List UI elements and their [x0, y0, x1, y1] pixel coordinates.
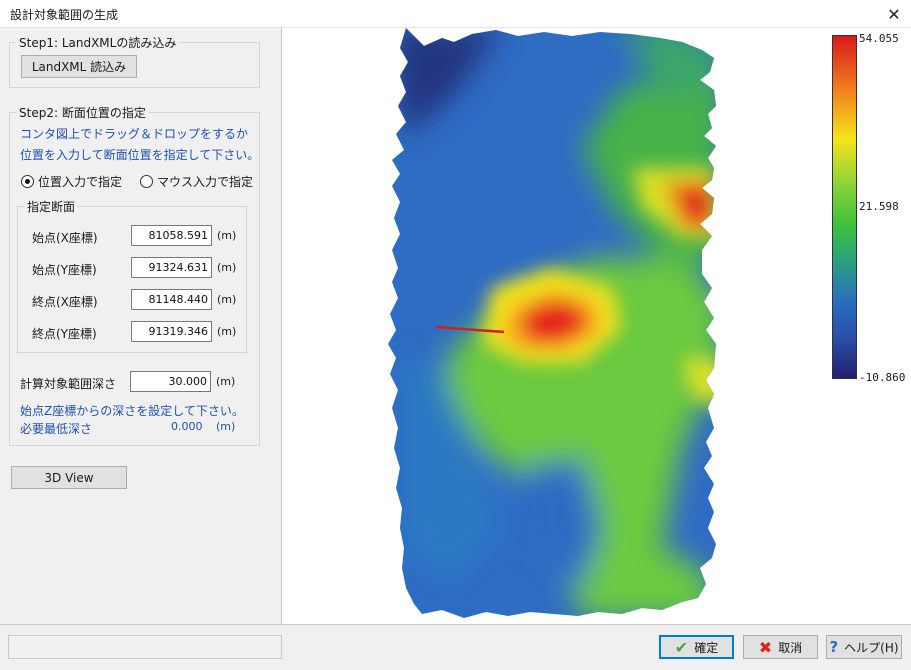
contour-map[interactable]	[282, 28, 911, 624]
close-icon[interactable]: ✕	[877, 0, 911, 28]
help-button-label: ヘルプ(H)	[844, 640, 899, 655]
depth-field[interactable]	[130, 371, 211, 392]
radio-mouse-label: マウス入力で指定	[157, 175, 254, 189]
depth-note: 始点Z座標からの深さを設定して下さい。	[20, 404, 244, 418]
cancel-button[interactable]: ✖ 取消	[743, 635, 818, 659]
start-x-field[interactable]	[131, 225, 212, 246]
color-bar-max: 54.055	[859, 32, 899, 45]
min-depth-label: 必要最低深さ	[20, 422, 93, 436]
help-button[interactable]: ? ヘルプ(H)	[826, 635, 902, 659]
start-y-field[interactable]	[131, 257, 212, 278]
end-x-label: 終点(X座標)	[32, 295, 98, 309]
step2-group: Step2: 断面位置の指定 コンタ図上でドラッグ＆ドロップをするか 位置を入力…	[9, 104, 260, 446]
radio-mouse-input[interactable]: マウス入力で指定	[140, 173, 253, 190]
load-landxml-button[interactable]: LandXML 読込み	[21, 55, 137, 78]
radio-position-label: 位置入力で指定	[38, 175, 123, 189]
depth-label: 計算対象範囲深さ	[20, 377, 117, 391]
min-depth-value: 0.000	[171, 420, 203, 433]
instruction-line-1: コンタ図上でドラッグ＆ドロップをするか	[20, 127, 249, 141]
contour-map-canvas[interactable]: 54.055 21.598 -10.860	[281, 28, 911, 624]
color-bar	[832, 35, 857, 379]
min-depth-unit: (m)	[216, 420, 236, 433]
step1-group: Step1: LandXMLの読み込み LandXML 読込み	[9, 34, 260, 88]
start-x-label: 始点(X座標)	[32, 231, 98, 245]
ok-button[interactable]: ✔ 確定	[659, 635, 734, 659]
end-y-label: 終点(Y座標)	[32, 327, 97, 341]
ok-button-label: 確定	[694, 640, 719, 655]
end-x-unit: (m)	[217, 293, 237, 306]
start-x-unit: (m)	[217, 229, 237, 242]
check-icon: ✔	[674, 637, 689, 657]
settings-panel: Step1: LandXMLの読み込み LandXML 読込み Step2: 断…	[0, 28, 281, 624]
start-y-label: 始点(Y座標)	[32, 263, 97, 277]
dialog-footer: ✔ 確定 ✖ 取消 ? ヘルプ(H)	[0, 624, 911, 670]
radio-position-input[interactable]: 位置入力で指定	[21, 173, 122, 190]
status-bar	[8, 635, 282, 659]
section-legend: 指定断面	[24, 198, 79, 215]
color-bar-mid: 21.598	[859, 200, 899, 213]
end-y-field[interactable]	[131, 321, 212, 342]
cancel-button-label: 取消	[778, 640, 803, 655]
end-y-unit: (m)	[217, 325, 237, 338]
start-y-unit: (m)	[217, 261, 237, 274]
radio-unselected-icon	[140, 175, 153, 188]
cross-icon: ✖	[758, 637, 773, 657]
3d-view-button[interactable]: 3D View	[11, 466, 127, 489]
color-bar-min: -10.860	[859, 371, 906, 384]
step2-legend: Step2: 断面位置の指定	[16, 104, 149, 121]
step1-legend: Step1: LandXMLの読み込み	[16, 34, 180, 51]
section-group: 指定断面 始点(X座標) (m) 始点(Y座標) (m) 終点(X座標) (m)…	[17, 198, 247, 353]
radio-selected-icon	[21, 175, 34, 188]
end-x-field[interactable]	[131, 289, 212, 310]
depth-unit: (m)	[216, 375, 236, 388]
title-bar: 設計対象範囲の生成 ✕	[0, 0, 911, 28]
question-icon: ?	[829, 638, 839, 656]
window-title: 設計対象範囲の生成	[10, 8, 119, 22]
instruction-line-2: 位置を入力して断面位置を指定して下さい。	[20, 148, 260, 162]
